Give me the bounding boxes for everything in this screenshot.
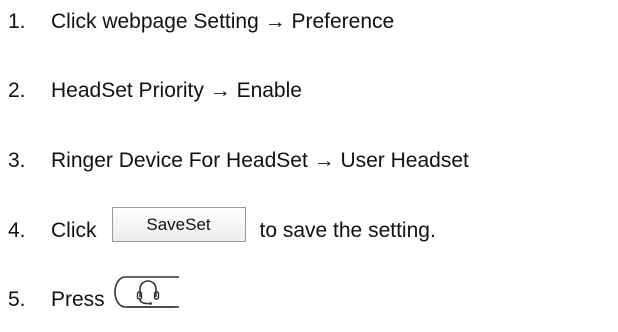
step-text-after: to save the setting. bbox=[259, 218, 436, 242]
step-number: 3. bbox=[8, 149, 26, 172]
step-text: HeadSet Priority → Enable bbox=[51, 79, 302, 102]
step-number: 1. bbox=[8, 10, 26, 33]
saveset-button[interactable]: SaveSet bbox=[111, 207, 246, 242]
step-number: 4. bbox=[8, 218, 26, 242]
step-4: 4. Click SaveSet to save the setting. bbox=[8, 207, 436, 248]
step-5: 5. Press bbox=[8, 276, 181, 317]
step-text: Ringer Device For HeadSet → User Headset bbox=[51, 149, 469, 172]
headset-icon bbox=[113, 276, 179, 308]
step-text: Click webpage Setting → Preference bbox=[51, 10, 395, 33]
headset-key-button[interactable] bbox=[113, 275, 181, 309]
step-text-before: Press bbox=[51, 288, 105, 311]
step-2: 2. HeadSet Priority → Enable bbox=[8, 77, 302, 105]
step-text-before: Click bbox=[51, 218, 97, 242]
step-number: 5. bbox=[8, 288, 26, 311]
step-3: 3. Ringer Device For HeadSet → User Head… bbox=[8, 147, 469, 175]
step-1: 1. Click webpage Setting → Preference bbox=[8, 8, 394, 36]
step-number: 2. bbox=[8, 79, 26, 102]
